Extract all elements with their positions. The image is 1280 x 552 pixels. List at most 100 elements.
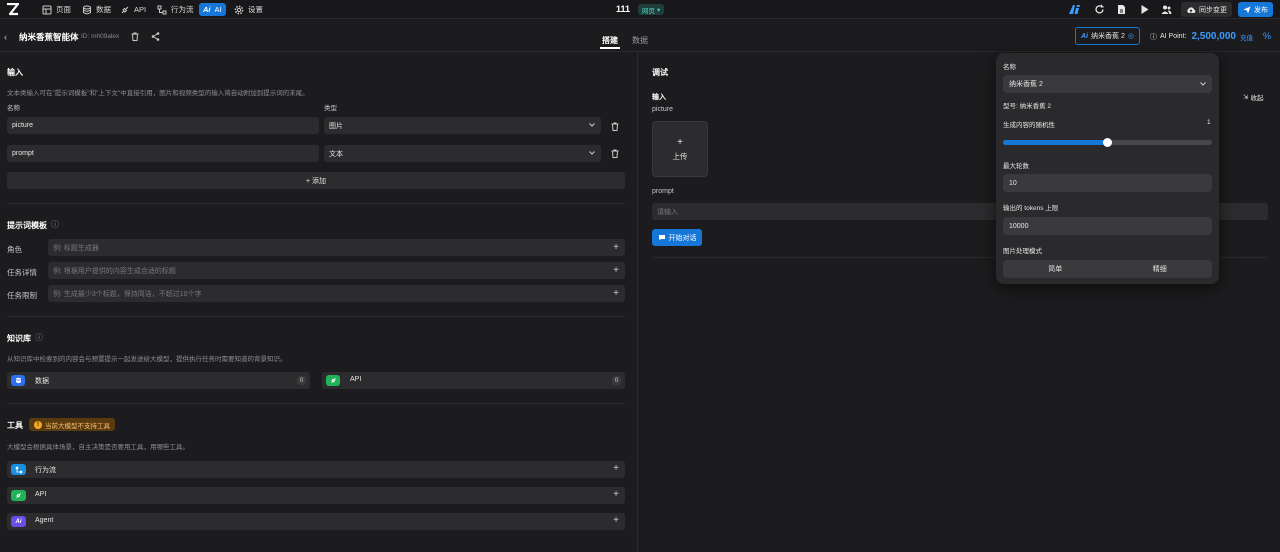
plus-icon[interactable]: +	[613, 288, 619, 299]
image-mode-fine[interactable]: 精细	[1108, 260, 1213, 278]
nav-api[interactable]: API	[120, 3, 146, 16]
env-tag[interactable]: 网页 ▾	[638, 4, 665, 15]
kb-item-count: 0	[612, 376, 621, 385]
tool-item-label: API	[35, 491, 47, 498]
ai-icon: Ai	[1081, 32, 1089, 40]
collapse-button[interactable]: ⇲ 收起	[1243, 92, 1263, 102]
nav-ai[interactable]: Ai AI	[199, 3, 226, 16]
nav-settings[interactable]: 设置	[234, 3, 263, 16]
input-type-value: 图片	[329, 122, 343, 130]
model-button-label: 纳米香蕉 2	[1091, 33, 1125, 40]
info-icon[interactable]: ⓘ	[51, 219, 59, 230]
plus-icon[interactable]: +	[613, 489, 619, 500]
nav-api-label: API	[134, 5, 147, 14]
upload-button[interactable]: + 上传	[652, 121, 708, 177]
model-select[interactable]: 纳米香蕉 2	[1003, 75, 1212, 93]
nav-workflow-label: 行为流	[171, 5, 194, 14]
prompt-section-title: 提示词模板	[7, 221, 47, 230]
section-divider	[7, 403, 625, 404]
input-type-select[interactable]: 图片	[324, 117, 601, 134]
prompt-task-input[interactable]: 例: 根据用户提供的内容生成合适的标题 +	[48, 262, 625, 279]
tools-warning-label: 当前大模型不支持工具	[45, 422, 110, 430]
input-name-field[interactable]: prompt	[7, 145, 319, 162]
tools-warning-badge: ! 当前大模型不支持工具	[29, 418, 115, 431]
randomness-slider[interactable]	[1003, 138, 1212, 147]
max-tokens-input[interactable]: 10000	[1003, 217, 1212, 235]
logo-icon[interactable]	[6, 3, 19, 16]
info-icon: ⓘ	[1150, 33, 1157, 41]
ai-icon: Ai	[11, 516, 26, 527]
kb-item-api[interactable]: API 0	[322, 372, 625, 389]
max-rounds-label: 最大轮数	[1003, 163, 1029, 170]
input-type-select[interactable]: 文本	[324, 145, 601, 162]
nav-workflow[interactable]: 行为流	[157, 3, 194, 16]
document-icon[interactable]	[1116, 4, 1127, 15]
back-arrow-icon[interactable]: ‹	[4, 32, 7, 42]
max-rounds-input[interactable]: 10	[1003, 174, 1212, 192]
kb-item-data[interactable]: 数据 0	[7, 372, 310, 389]
trash-icon[interactable]	[131, 32, 139, 41]
play-icon[interactable]	[1139, 4, 1150, 15]
tab-active-indicator	[600, 47, 620, 49]
publish-button[interactable]: 发布	[1238, 2, 1273, 17]
chevron-down-icon: ▾	[657, 6, 661, 14]
sync-button[interactable]: 同步变更	[1181, 2, 1232, 17]
nav-pages[interactable]: 页面	[42, 3, 71, 16]
top-bar: 页面 数据 API 行为流 Ai AI 设置 111 网页 ▾ 同步变更 发布	[0, 0, 1280, 19]
ai-point-label: AI Point:	[1160, 33, 1187, 40]
tool-item-agent[interactable]: Ai Agent +	[7, 513, 625, 530]
tab-build[interactable]: 搭建	[602, 35, 618, 46]
upload-label: 上传	[672, 151, 688, 161]
add-input-button[interactable]: + 添加	[7, 172, 625, 189]
debug-input-label: 输入	[652, 94, 666, 101]
plus-icon[interactable]: +	[613, 463, 619, 474]
prompt-limit-input[interactable]: 例: 生成最少3个标题，保持简洁，不超过10个字 +	[48, 285, 625, 302]
agent-name: 纳米香蕉智能体	[19, 32, 79, 42]
users-icon[interactable]	[1161, 4, 1172, 15]
refresh-icon[interactable]	[1094, 4, 1105, 15]
section-divider	[7, 203, 625, 204]
percent-icon[interactable]: %	[1263, 31, 1271, 41]
trash-icon[interactable]	[611, 149, 619, 158]
popup-model-line: 型号: 纳米香蕉 2	[1003, 103, 1052, 110]
tool-item-api[interactable]: API +	[7, 487, 625, 504]
info-icon[interactable]: ⓘ	[35, 332, 43, 343]
share-icon[interactable]	[151, 32, 160, 41]
pages-icon	[42, 5, 52, 14]
project-title: 111	[616, 4, 631, 14]
input-name-field[interactable]: picture	[7, 117, 319, 134]
tools-section-desc: 大模型会根据具体场景，自主决策是否要用工具，用哪些工具。	[7, 444, 189, 451]
agent-id: ID: mh09alex	[81, 33, 120, 40]
tool-item-workflow[interactable]: 行为流 +	[7, 461, 625, 478]
gear-icon	[234, 5, 244, 14]
nav-data-label: 数据	[96, 5, 111, 14]
col-name-header: 名称	[7, 105, 20, 112]
prompt-role-placeholder: 例: 标题生成器	[53, 244, 99, 252]
section-divider	[7, 316, 625, 317]
recharge-link[interactable]: 充值	[1240, 32, 1253, 42]
plus-icon[interactable]: +	[613, 515, 619, 526]
tool-item-label: 行为流	[35, 467, 56, 474]
tab-data[interactable]: 数据	[632, 35, 648, 46]
picture-label: picture	[652, 106, 674, 113]
kb-section-title: 知识库	[7, 334, 31, 343]
workflow-icon	[157, 5, 167, 14]
ai-logo-icon[interactable]	[1068, 4, 1082, 15]
plus-icon: +	[677, 136, 683, 148]
env-tag-label: 网页	[642, 7, 655, 15]
prompt-input-placeholder: 请输入	[657, 208, 678, 216]
tool-item-label: Agent	[35, 517, 54, 524]
plus-icon[interactable]: +	[613, 265, 619, 276]
prompt-role-input[interactable]: 例: 标题生成器 +	[48, 239, 625, 256]
image-mode-simple[interactable]: 简单	[1003, 260, 1108, 278]
start-chat-button[interactable]: 开始对话	[652, 229, 702, 246]
prompt-label: prompt	[652, 188, 674, 195]
workflow-icon	[11, 464, 26, 475]
trash-icon[interactable]	[611, 122, 619, 131]
model-select-button[interactable]: Ai 纳米香蕉 2 ◎	[1075, 27, 1140, 45]
input-section-title: 输入	[7, 68, 23, 77]
nav-data[interactable]: 数据	[82, 3, 111, 16]
plus-icon[interactable]: +	[613, 242, 619, 253]
slider-knob[interactable]	[1103, 138, 1112, 147]
image-mode-label: 图片处理模式	[1003, 248, 1042, 255]
